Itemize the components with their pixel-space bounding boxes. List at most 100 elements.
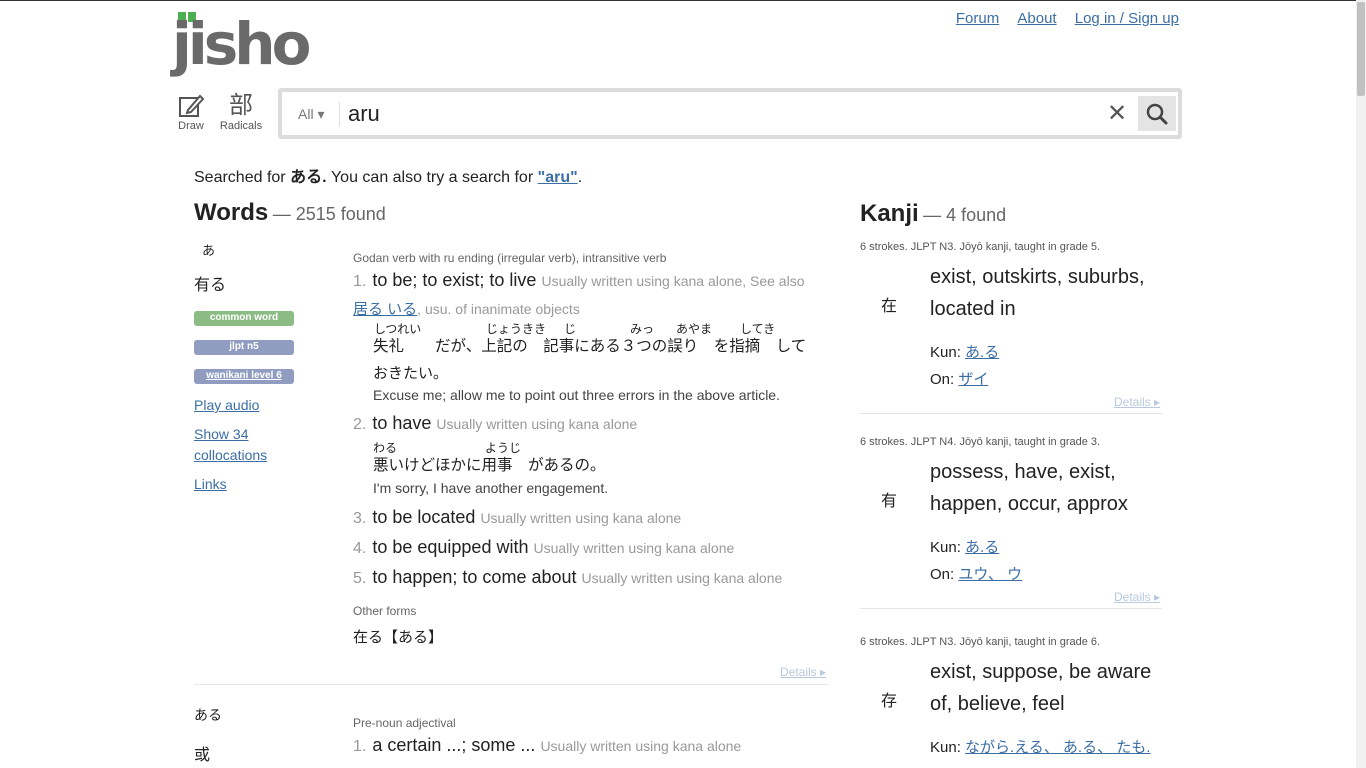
kanji-meaning: exist, suppose, be aware of, believe, fe…: [930, 661, 1152, 715]
nav-forum[interactable]: Forum: [956, 10, 999, 27]
search-scope-dropdown[interactable]: All ▾: [298, 106, 324, 123]
meaning-1-see-also: 居る いる, usu. of inanimate objects: [353, 298, 580, 319]
sentence-japanese: 悪いけどほかに用事 があるの。: [373, 457, 606, 474]
on-reading-link[interactable]: ザイ: [958, 371, 988, 388]
word-kanji: 有る: [194, 277, 227, 294]
scrollbar-thumb[interactable]: [1357, 2, 1365, 96]
kun-reading-link[interactable]: ながら.える、 あ.る、 たも.: [965, 739, 1150, 756]
kanji-count: — 4 found: [923, 205, 1007, 225]
ruby-reading: あやま: [676, 322, 713, 336]
words-title: Words: [194, 199, 269, 226]
kun-label: Kun:: [930, 739, 961, 756]
links-link[interactable]: Links: [194, 474, 304, 495]
kanji-title: Kanji: [860, 200, 919, 227]
part-of-speech: Pre-noun adjectival: [353, 716, 456, 730]
meaning-text: to be equipped with: [372, 537, 529, 557]
kanji-character[interactable]: 存: [881, 687, 897, 711]
searched-middle: You can also try a search for: [330, 169, 534, 186]
kun-reading-link[interactable]: あ.る: [965, 344, 999, 361]
sentence-english: Excuse me; allow me to point out three e…: [373, 387, 780, 403]
searched-prefix: Searched for: [194, 169, 286, 186]
example-sentence-2: わる ようじ 悪いけどほかに用事 があるの。: [373, 441, 606, 475]
close-icon[interactable]: ✕: [1100, 92, 1134, 135]
on-reading-link[interactable]: ユウ、 ウ: [958, 566, 1022, 583]
search-icon: [1146, 103, 1168, 125]
kun-label: Kun:: [930, 539, 961, 556]
search-box: All ▾ ✕: [282, 92, 1178, 135]
ruby-reading: してき: [740, 322, 776, 336]
ruby-reading: みっ: [630, 322, 655, 336]
word-furigana: あ: [202, 243, 216, 258]
kanji-character[interactable]: 在: [881, 292, 897, 316]
kanji-meaning: exist, outskirts, suburbs, located in: [930, 266, 1145, 320]
kanji-kun-reading: Kun: あ.る: [930, 341, 999, 362]
top-nav: Forum About Log in / Sign up: [942, 10, 1179, 27]
word-furigana: ある: [194, 707, 222, 723]
sentence-english: I'm sorry, I have another engagement.: [373, 480, 609, 496]
kanji-details-link[interactable]: Details ▸: [1114, 395, 1160, 409]
kanji-character[interactable]: 有: [881, 487, 897, 511]
collocations-link[interactable]: Show 34 collocations: [194, 424, 304, 466]
meaning-info: Usually written using kana alone: [533, 540, 735, 556]
on-label: On:: [930, 371, 955, 388]
play-audio-link[interactable]: Play audio: [194, 395, 304, 416]
on-label: On:: [930, 566, 955, 583]
word-tags: common word jlpt n5 wanikani level 6: [194, 311, 304, 384]
nav-login[interactable]: Log in / Sign up: [1075, 10, 1179, 27]
meaning-1: 1. a certain ...; some ... Usually writte…: [353, 735, 741, 756]
meaning-text: a certain ...; some ...: [372, 735, 536, 755]
see-also-tail: , usu. of inanimate objects: [417, 301, 580, 317]
meaning-info: Usually written using kana alone: [540, 738, 742, 754]
sentence-japanese: 失礼 だが、上記の 記事にある３つの誤り を指摘 して: [373, 338, 807, 355]
tag-wanikani[interactable]: wanikani level 6: [194, 369, 294, 384]
radicals-icon: 部: [229, 92, 253, 119]
meaning-number: 5.: [353, 570, 367, 587]
scrollbar[interactable]: [1356, 0, 1366, 768]
part-of-speech: Godan verb with ru ending (irregular ver…: [353, 251, 667, 265]
nav-about[interactable]: About: [1017, 10, 1056, 27]
search-button[interactable]: [1138, 96, 1176, 131]
logo[interactable]: jisho: [172, 10, 312, 80]
example-sentence-1: しつれい じょうきき じ みっ あやま してき 失礼 だが、上記の 記事にある３…: [373, 322, 833, 383]
kanji-meaning: possess, have, exist, happen, occur, app…: [930, 461, 1128, 515]
entry-divider: [194, 684, 828, 685]
other-forms-label: Other forms: [353, 604, 417, 618]
radicals-button[interactable]: 部 Radicals: [219, 92, 263, 132]
draw-button[interactable]: Draw: [176, 92, 206, 132]
kanji-heading: Kanji — 4 found: [860, 200, 1006, 228]
radicals-label: Radicals: [219, 120, 263, 132]
search-input[interactable]: [346, 98, 1090, 130]
meaning-info: Usually written using kana alone: [581, 570, 783, 586]
word-representation: あ 有る: [194, 240, 304, 295]
alt-search-link[interactable]: "aru": [538, 169, 578, 186]
pencil-icon: [179, 94, 204, 117]
tag-jlpt: jlpt n5: [194, 340, 294, 355]
meaning-number: 2.: [353, 416, 367, 433]
top-border: [0, 0, 1366, 1]
searched-term: ある.: [290, 169, 327, 186]
kanji-kun-reading: Kun: ながら.える、 あ.る、 たも.: [930, 736, 1150, 757]
meaning-number: 3.: [353, 510, 367, 527]
kanji-meta: 6 strokes. JLPT N3. Jōyō kanji, taught i…: [860, 241, 1101, 253]
meaning-4: 4. to be equipped with Usually written us…: [353, 537, 734, 558]
ruby-reading: じ: [564, 322, 577, 336]
search-summary: Searched for ある. You can also try a sear…: [194, 163, 582, 187]
ruby-reading: わる: [373, 441, 398, 455]
kun-reading-link[interactable]: あ.る: [965, 539, 999, 556]
meaning-text: to be; to exist; to live: [372, 270, 537, 290]
meaning-number: 1.: [353, 273, 367, 290]
searched-suffix: .: [577, 169, 583, 186]
search-bar: All ▾ ✕: [278, 88, 1182, 139]
search-divider: [339, 102, 340, 126]
kanji-meta: 6 strokes. JLPT N3. Jōyō kanji, taught i…: [860, 636, 1101, 648]
meaning-3: 3. to be located Usually written using ka…: [353, 507, 681, 528]
see-also-link[interactable]: 居る いる: [353, 301, 417, 318]
meaning-number: 4.: [353, 540, 367, 557]
kanji-details-link[interactable]: Details ▸: [1114, 590, 1160, 604]
word-details-link[interactable]: Details ▸: [780, 665, 826, 679]
meaning-2: 2. to have Usually written using kana alo…: [353, 413, 637, 434]
kanji-on-reading: On: ザイ: [930, 368, 988, 389]
draw-label: Draw: [178, 120, 204, 132]
meaning-5: 5. to happen; to come about Usually writt…: [353, 567, 782, 588]
kanji-divider: [860, 608, 1162, 609]
